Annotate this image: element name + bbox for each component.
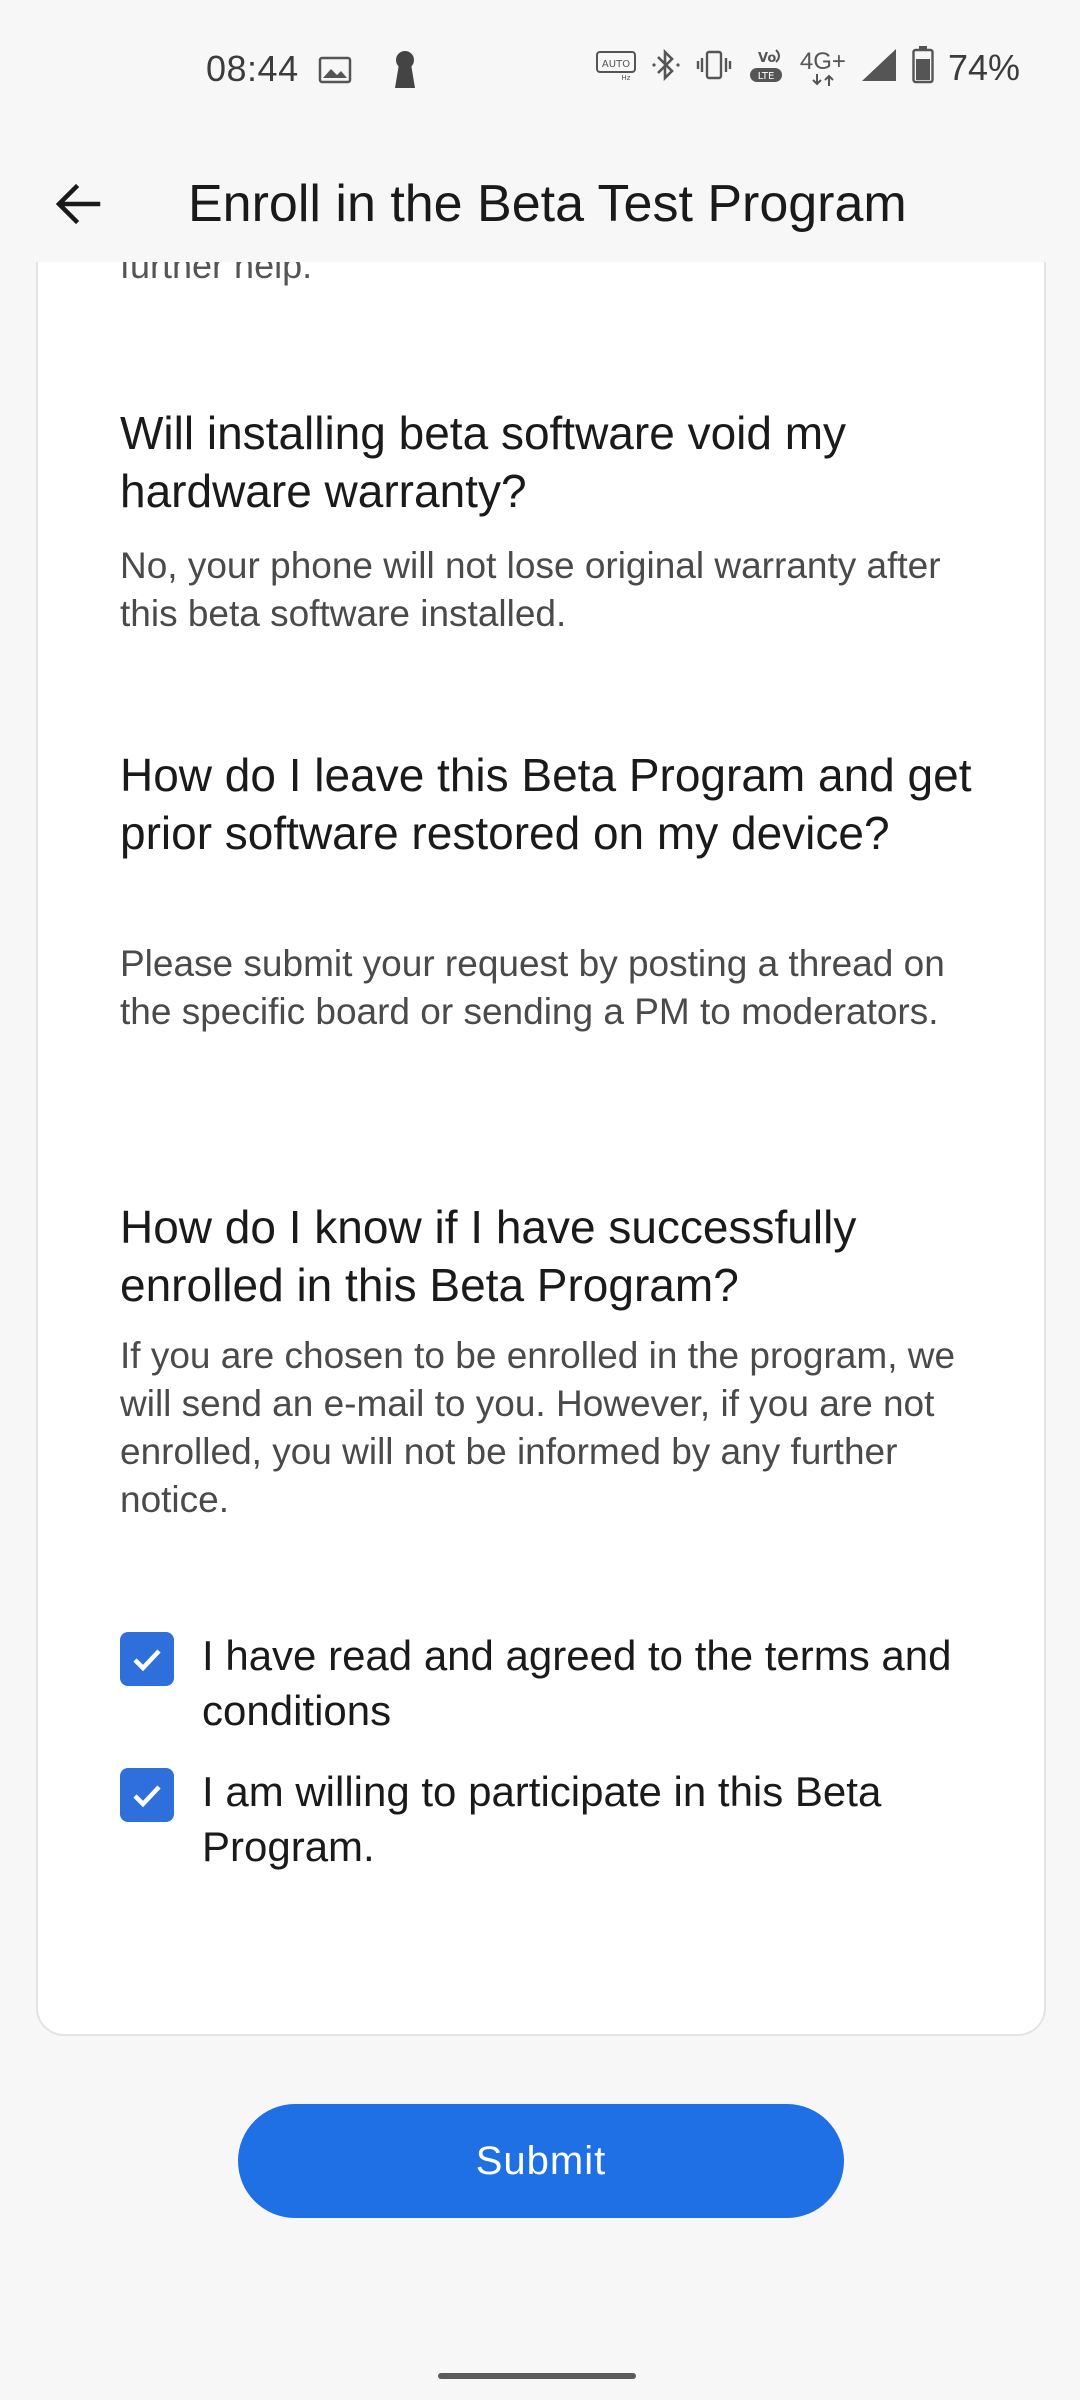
auto-hz-icon: AUTO Hz <box>595 49 636 86</box>
vibrate-icon <box>696 49 732 86</box>
gallery-icon <box>318 56 352 89</box>
battery-icon <box>912 46 934 89</box>
terms-checkbox[interactable] <box>120 1632 174 1686</box>
back-button[interactable] <box>36 162 120 246</box>
check-icon <box>133 1785 161 1808</box>
faq-question: How do I leave this Beta Program and get… <box>120 749 972 859</box>
svg-text:AUTO: AUTO <box>602 59 630 70</box>
keyhole-icon <box>392 50 418 95</box>
participate-checkbox[interactable] <box>120 1768 174 1822</box>
app-bar: Enroll in the Beta Test Program <box>0 140 1080 270</box>
faq-answer: If you are chosen to be enrolled in the … <box>120 1335 956 1520</box>
faq-answer: Please submit your request by posting a … <box>120 943 945 1032</box>
volte-icon: Vo LTE <box>746 46 786 89</box>
status-bar: 08:44 AUTO Hz Vo LTE 4G+ 74% <box>0 0 1080 140</box>
check-icon <box>133 1649 161 1672</box>
svg-text:Vo: Vo <box>758 51 776 66</box>
faq-answer: No, your phone will not lose original wa… <box>120 545 941 634</box>
participate-checkbox-label[interactable]: I am willing to participate in this Beta… <box>202 1764 962 1874</box>
svg-text:LTE: LTE <box>758 71 775 82</box>
status-left-icons <box>318 50 418 95</box>
bluetooth-icon <box>650 47 682 88</box>
home-indicator[interactable] <box>438 2373 636 2379</box>
battery-percent: 74% <box>947 46 1020 88</box>
page-title: Enroll in the Beta Test Program <box>188 175 907 233</box>
terms-checkbox-label[interactable]: I have read and agreed to the terms and … <box>202 1628 962 1738</box>
arrow-left-icon <box>55 183 101 225</box>
participate-checkbox-row[interactable]: I am willing to participate in this Beta… <box>120 1764 1000 1874</box>
status-time: 08:44 <box>206 48 299 89</box>
faq-question: How do I know if I have successfully enr… <box>120 1201 857 1311</box>
faq-question: Will installing beta software void my ha… <box>120 407 847 517</box>
status-right-icons: AUTO Hz Vo LTE 4G+ 74% <box>595 46 1020 89</box>
submit-button[interactable]: Submit <box>238 2104 844 2218</box>
svg-text:Hz: Hz <box>621 74 630 81</box>
clipped-text: further help. <box>120 262 313 286</box>
terms-card[interactable]: further help. Will installing beta softw… <box>36 262 1046 2036</box>
signal-icon <box>860 47 898 88</box>
terms-checkbox-row[interactable]: I have read and agreed to the terms and … <box>120 1628 1000 1738</box>
network-4g-icon: 4G+ <box>800 49 846 86</box>
